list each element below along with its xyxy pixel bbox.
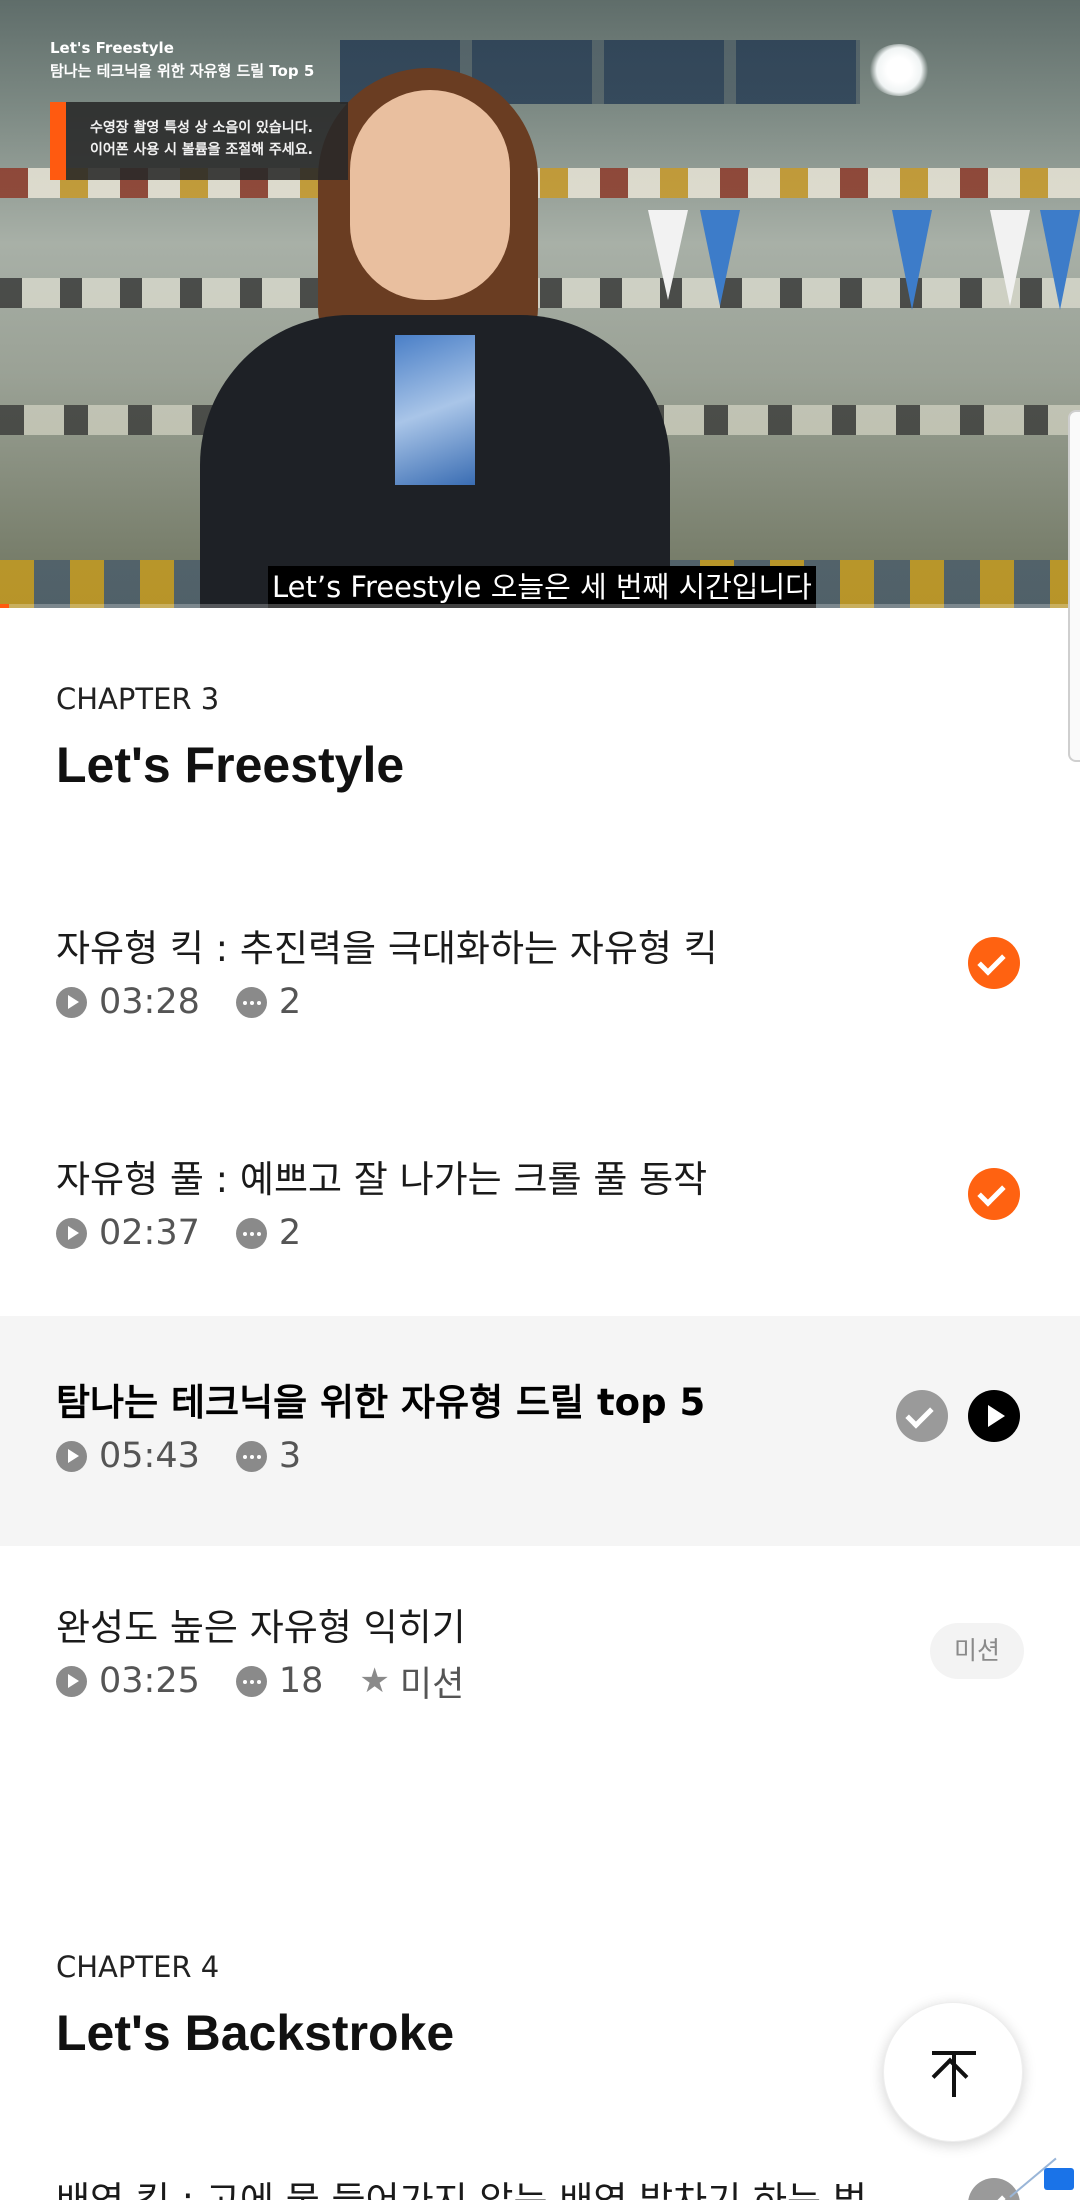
- lesson-meta: 02:37 2: [56, 1211, 301, 1255]
- lesson-meta: 03:28 2: [56, 980, 301, 1024]
- video-player[interactable]: Let's Freestyle 탐나는 테크닉을 위한 자유형 드릴 Top 5…: [0, 0, 1080, 608]
- lesson-item[interactable]: 자유형 풀 : 예쁘고 잘 나가는 크롤 풀 동작 02:37 2: [0, 1099, 1080, 1329]
- star-icon: ★: [359, 1661, 390, 1701]
- play-small-icon: [56, 1440, 87, 1472]
- check-circle-icon: [968, 937, 1020, 989]
- mission-label: 미션: [399, 1664, 465, 1705]
- mission-badge: 미션: [930, 1623, 1024, 1679]
- check-circle-gray-icon: [968, 2178, 1020, 2200]
- comment-count: 18: [278, 1661, 324, 1701]
- lesson-title: 자유형 풀 : 예쁘고 잘 나가는 크롤 풀 동작: [56, 1158, 708, 1201]
- video-caption: Let’s Freestyle 오늘은 세 번째 시간입니다: [268, 566, 816, 608]
- lesson-duration: 02:37: [99, 1213, 200, 1253]
- pennant-flag: [990, 210, 1030, 306]
- lesson-title: 자유형 킥 : 추진력을 극대화하는 자유형 킥: [56, 927, 718, 970]
- video-overlay-title: Let's Freestyle: [50, 39, 174, 57]
- lesson-item-current[interactable]: 탐나는 테크닉을 위한 자유형 드릴 top 5 05:43 3: [0, 1316, 1080, 1546]
- comment-dots-icon: [235, 986, 267, 1018]
- video-title-overlay: Let's Freestyle 탐나는 테크닉을 위한 자유형 드릴 Top 5: [50, 38, 314, 84]
- pennant-flag: [1040, 210, 1080, 310]
- lesson-title: 탐나는 테크닉을 위한 자유형 드릴 top 5: [56, 1381, 706, 1424]
- play-small-icon: [56, 986, 87, 1018]
- check-circle-gray-icon: [896, 1390, 948, 1442]
- lesson-meta: 03:25 18 ★ 미션: [56, 1659, 464, 1705]
- chapter-title: Let's Backstroke: [56, 2005, 455, 2061]
- lesson-item[interactable]: 완성도 높은 자유형 익히기 03:25 18 ★ 미션 미션: [0, 1547, 1080, 1777]
- lesson-duration: 03:28: [99, 982, 200, 1022]
- comment-dots-icon: [235, 1440, 267, 1472]
- comment-count: 2: [278, 1213, 302, 1253]
- upload-badge-icon[interactable]: [1044, 2168, 1074, 2190]
- lesson-title: 완성도 높은 자유형 익히기: [56, 1606, 466, 1649]
- comment-dots-icon: [235, 1665, 267, 1697]
- chapter-title: Let's Freestyle: [56, 737, 405, 793]
- comment-count: 3: [278, 1436, 302, 1476]
- play-small-icon: [56, 1665, 87, 1697]
- audio-notice: 수영장 촬영 특성 상 소음이 있습니다. 이어폰 사용 시 볼륨을 조절해 주…: [50, 102, 348, 180]
- comment-dots-icon: [235, 1217, 267, 1249]
- pennant-flag: [892, 210, 932, 310]
- ceiling-lamp: [868, 44, 930, 96]
- check-circle-icon: [968, 1168, 1020, 1220]
- comment-count: 2: [278, 982, 302, 1022]
- lesson-duration: 05:43: [99, 1436, 200, 1476]
- video-progress-bar[interactable]: [0, 604, 1080, 608]
- arrow-head: [931, 2057, 969, 2095]
- lesson-duration: 03:25: [99, 1661, 200, 1701]
- pennant-flag: [700, 210, 740, 306]
- audio-notice-line: 이어폰 사용 시 볼륨을 조절해 주세요.: [90, 142, 313, 158]
- play-circle-icon[interactable]: [968, 1390, 1020, 1442]
- play-small-icon: [56, 1217, 87, 1249]
- lesson-title[interactable]: 배영 킥 : 고에 물 들어가지 않는 배영 발차기 하는 법: [56, 2170, 867, 2200]
- side-scroll-handle[interactable]: [1068, 410, 1080, 762]
- audio-notice-line: 수영장 촬영 특성 상 소음이 있습니다.: [90, 120, 313, 136]
- video-progress-fill: [0, 604, 9, 608]
- chapter-label: CHAPTER 3: [56, 682, 220, 716]
- scroll-to-top-button[interactable]: [883, 2002, 1023, 2142]
- video-overlay-subtitle: 탐나는 테크닉을 위한 자유형 드릴 Top 5: [50, 62, 315, 80]
- lesson-meta: 05:43 3: [56, 1434, 301, 1478]
- chapter-label: CHAPTER 4: [56, 1950, 220, 1984]
- lesson-item[interactable]: 자유형 킥 : 추진력을 극대화하는 자유형 킥 03:28 2: [0, 868, 1080, 1098]
